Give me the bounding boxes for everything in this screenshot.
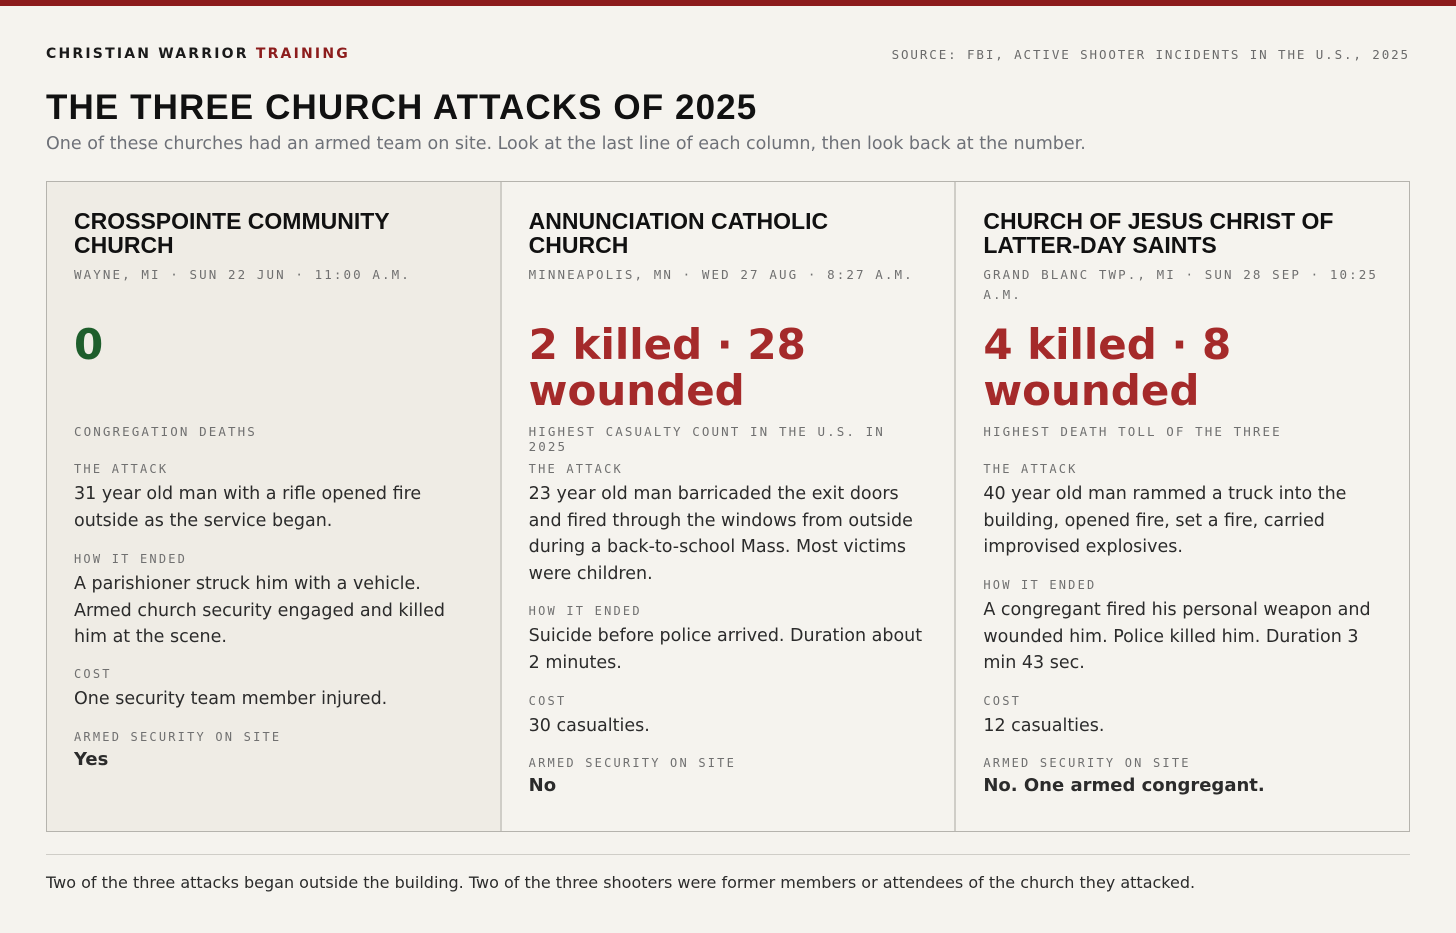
security-section: ARMED SECURITY ON SITE Yes — [74, 730, 474, 770]
attack-section: THE ATTACK 40 year old man rammed a truc… — [983, 462, 1383, 561]
security-answer: No. One armed congregant. — [983, 775, 1265, 796]
church-meta: GRAND BLANC TWP., MI · SUN 28 SEP · 10:2… — [983, 267, 1378, 302]
page-title: THE THREE CHURCH ATTACKS OF 2025 — [46, 88, 758, 127]
casualty-figure: 0 — [74, 320, 104, 369]
cost-section: COST 30 casualties. — [529, 694, 929, 740]
security-label: ARMED SECURITY ON SITE — [74, 730, 282, 744]
figure-caption-section: HIGHEST CASUALTY COUNT IN THE U.S. IN 20… — [529, 424, 929, 454]
cost-label: COST — [528, 694, 567, 708]
attack-label: THE ATTACK — [983, 462, 1078, 476]
security-answer: Yes — [74, 749, 109, 770]
cost-section: COST One security team member injured. — [74, 667, 474, 713]
figure-caption: HIGHEST CASUALTY COUNT IN THE U.S. IN 20… — [528, 424, 885, 454]
footer-divider — [46, 854, 1410, 855]
page-subtitle: One of these churches had an armed team … — [46, 134, 1086, 154]
security-section: ARMED SECURITY ON SITE No. One armed con… — [983, 756, 1383, 796]
security-label: ARMED SECURITY ON SITE — [983, 756, 1191, 770]
attack-label: THE ATTACK — [74, 462, 169, 476]
church-name: ANNUNCIATION CATHOLIC CHURCH — [528, 208, 829, 258]
attack-label: THE ATTACK — [528, 462, 623, 476]
source-citation: SOURCE: FBI, ACTIVE SHOOTER INCIDENTS IN… — [891, 47, 1410, 62]
cost-text: 12 casualties. — [983, 716, 1105, 736]
attack-section: THE ATTACK 31 year old man with a rifle … — [74, 462, 474, 534]
brand-logo: CHRISTIAN WARRIOR TRAINING — [46, 46, 350, 62]
comparison-table: CROSSPOINTE COMMUNITY CHURCH WAYNE, MI ·… — [46, 181, 1410, 832]
figure-caption-section: HIGHEST DEATH TOLL OF THE THREE — [983, 424, 1383, 439]
figure-caption: HIGHEST DEATH TOLL OF THE THREE — [983, 424, 1282, 439]
security-label: ARMED SECURITY ON SITE — [528, 756, 737, 770]
cost-text: One security team member injured. — [74, 689, 388, 709]
security-section: ARMED SECURITY ON SITE No — [529, 756, 929, 796]
figure-caption-section: CONGREGATION DEATHS — [74, 424, 474, 439]
attack-section: THE ATTACK 23 year old man barricaded th… — [529, 462, 929, 587]
footer-note: Two of the three attacks began outside t… — [46, 873, 1196, 892]
card-crosspointe: CROSSPOINTE COMMUNITY CHURCH WAYNE, MI ·… — [47, 182, 500, 831]
card-latter-day-saints: CHURCH OF JESUS CHRIST OF LATTER-DAY SAI… — [954, 182, 1409, 831]
ended-label: HOW IT ENDED — [74, 552, 188, 566]
cost-label: COST — [983, 694, 1022, 708]
cost-section: COST 12 casualties. — [983, 694, 1383, 740]
church-meta: WAYNE, MI · SUN 22 JUN · 11:00 A.M. — [74, 267, 411, 282]
cost-text: 30 casualties. — [528, 716, 650, 736]
top-accent-rule — [0, 0, 1456, 6]
church-name: CROSSPOINTE COMMUNITY CHURCH — [74, 208, 390, 258]
church-name: CHURCH OF JESUS CHRIST OF LATTER-DAY SAI… — [983, 208, 1334, 258]
ended-text: A parishioner struck him with a vehicle.… — [74, 574, 445, 647]
church-meta: MINNEAPOLIS, MN · WED 27 AUG · 8:27 A.M. — [528, 267, 914, 282]
attack-text: 40 year old man rammed a truck into the … — [983, 484, 1347, 557]
brand-accent: TRAINING — [255, 46, 350, 62]
attack-text: 31 year old man with a rifle opened fire… — [74, 484, 422, 531]
brand-primary: CHRISTIAN WARRIOR — [46, 46, 249, 62]
attack-text: 23 year old man barricaded the exit door… — [528, 484, 913, 584]
ended-section: HOW IT ENDED A parishioner struck him wi… — [74, 552, 474, 651]
ended-label: HOW IT ENDED — [528, 604, 642, 618]
ended-section: HOW IT ENDED Suicide before police arriv… — [529, 604, 929, 676]
casualty-figure: 2 killed · 28 wounded — [528, 320, 806, 415]
security-answer: No — [528, 775, 557, 796]
figure-caption: CONGREGATION DEATHS — [74, 424, 257, 439]
ended-label: HOW IT ENDED — [983, 578, 1097, 592]
casualty-figure: 4 killed · 8 wounded — [983, 320, 1232, 415]
ended-text: A congregant fired his personal weapon a… — [983, 600, 1371, 673]
ended-section: HOW IT ENDED A congregant fired his pers… — [983, 578, 1383, 677]
header: CHRISTIAN WARRIOR TRAINING SOURCE: FBI, … — [46, 46, 1410, 66]
ended-text: Suicide before police arrived. Duration … — [528, 626, 923, 673]
card-annunciation: ANNUNCIATION CATHOLIC CHURCH MINNEAPOLIS… — [499, 182, 955, 831]
cost-label: COST — [74, 667, 112, 681]
